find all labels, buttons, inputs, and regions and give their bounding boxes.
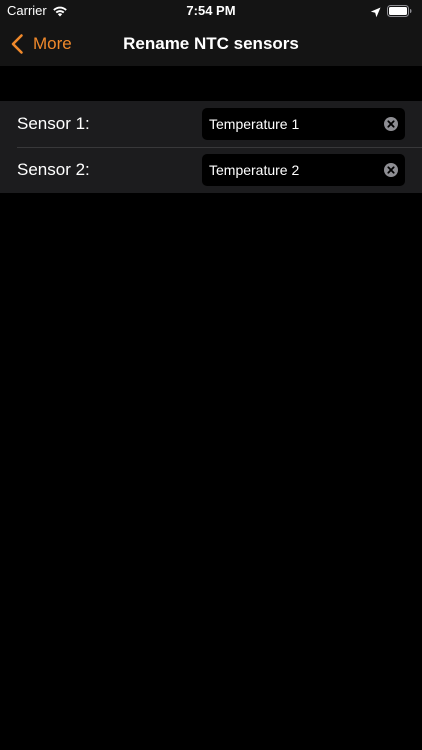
- sensor-2-clear-button[interactable]: [383, 162, 399, 178]
- status-time: 7:54 PM: [186, 3, 236, 18]
- status-bar: Carrier 7:54 PM: [0, 0, 422, 22]
- location-icon: [370, 5, 381, 17]
- sensor-2-label: Sensor 2:: [17, 160, 90, 179]
- sensor-1-clear-button[interactable]: [383, 116, 399, 132]
- sensor-table: Sensor 1: Sensor 2:: [0, 101, 422, 193]
- sensor-row-2: Sensor 2:: [0, 147, 422, 193]
- sensor-1-field: [202, 108, 405, 140]
- sensor-2-name-input[interactable]: [202, 154, 377, 186]
- clear-icon: [383, 162, 399, 178]
- sensor-2-field: [202, 154, 405, 186]
- status-right: [370, 4, 412, 17]
- navigation-bar: More Rename NTC sensors: [0, 22, 422, 66]
- sensor-row-1: Sensor 1:: [0, 101, 422, 147]
- clear-icon: [383, 116, 399, 132]
- sensor-1-label: Sensor 1:: [17, 114, 90, 133]
- battery-icon: [387, 4, 412, 17]
- sensor-1-name-input[interactable]: [202, 108, 377, 140]
- section-header-spacer: [0, 66, 422, 101]
- page-title: Rename NTC sensors: [123, 34, 299, 53]
